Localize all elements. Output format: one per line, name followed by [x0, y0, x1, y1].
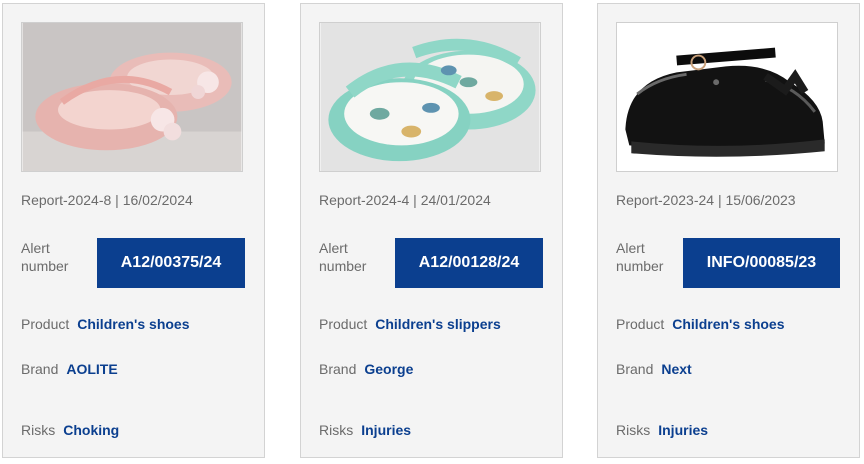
pink-shoes-illustration: [22, 23, 242, 171]
product-image[interactable]: [319, 22, 541, 172]
brand-label: Brand: [616, 361, 654, 377]
product-image[interactable]: [616, 22, 838, 172]
risks-label: Risks: [616, 422, 651, 438]
risks-value[interactable]: Injuries: [658, 422, 708, 438]
product-label: Product: [21, 316, 70, 332]
alert-number-label: Alert number: [21, 240, 69, 274]
alert-number-button[interactable]: A12/00375/24: [97, 238, 245, 288]
brand-row: Brand AOLITE: [21, 361, 118, 377]
alert-number-label: Alert number: [616, 240, 664, 274]
brand-label: Brand: [21, 361, 59, 377]
report-reference: Report-2024-8 | 16/02/2024: [21, 192, 193, 208]
product-image[interactable]: [21, 22, 243, 172]
alert-number-label: Alert number: [319, 240, 367, 274]
brand-value[interactable]: George: [364, 361, 413, 377]
risks-row: Risks Choking: [21, 422, 119, 438]
product-row: Product Children's shoes: [616, 316, 785, 332]
alert-card[interactable]: Report-2024-4 | 24/01/2024 Alert number …: [300, 3, 563, 458]
brand-row: Brand Next: [616, 361, 692, 377]
risks-label: Risks: [21, 422, 56, 438]
black-shoe-illustration: [617, 23, 837, 171]
product-label: Product: [319, 316, 368, 332]
product-value[interactable]: Children's slippers: [375, 316, 500, 332]
product-value[interactable]: Children's shoes: [672, 316, 784, 332]
product-row: Product Children's slippers: [319, 316, 501, 332]
report-reference: Report-2024-4 | 24/01/2024: [319, 192, 491, 208]
risks-value[interactable]: Injuries: [361, 422, 411, 438]
risks-row: Risks Injuries: [616, 422, 708, 438]
product-row: Product Children's shoes: [21, 316, 190, 332]
risks-row: Risks Injuries: [319, 422, 411, 438]
brand-row: Brand George: [319, 361, 413, 377]
risks-value[interactable]: Choking: [63, 422, 119, 438]
alert-number-button[interactable]: INFO/00085/23: [683, 238, 840, 288]
slippers-illustration: [320, 23, 540, 171]
product-value[interactable]: Children's shoes: [77, 316, 189, 332]
brand-label: Brand: [319, 361, 357, 377]
risks-label: Risks: [319, 422, 354, 438]
report-reference: Report-2023-24 | 15/06/2023: [616, 192, 796, 208]
alert-card[interactable]: Report-2024-8 | 16/02/2024 Alert number …: [2, 3, 265, 458]
brand-value[interactable]: AOLITE: [66, 361, 117, 377]
alert-card[interactable]: Report-2023-24 | 15/06/2023 Alert number…: [597, 3, 860, 458]
brand-value[interactable]: Next: [661, 361, 691, 377]
alert-number-button[interactable]: A12/00128/24: [395, 238, 543, 288]
product-label: Product: [616, 316, 665, 332]
